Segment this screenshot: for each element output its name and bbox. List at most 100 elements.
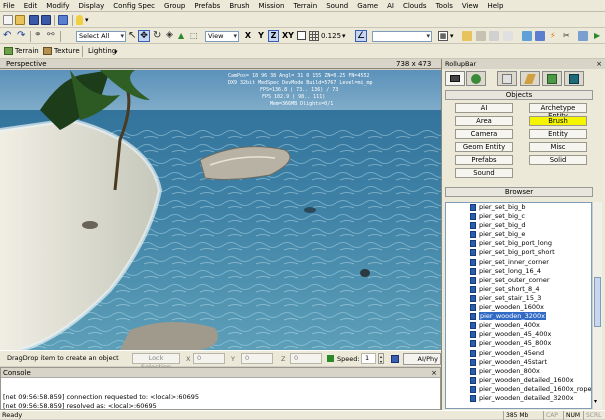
x-field[interactable]: 0 xyxy=(193,353,225,364)
close-icon[interactable]: × xyxy=(596,59,602,69)
menu-view[interactable]: View xyxy=(462,2,479,10)
archetype-entity-button[interactable]: Archetype Entity xyxy=(529,103,587,120)
prefabs-button[interactable]: Prefabs xyxy=(455,155,513,165)
browser-item[interactable]: pier_wooden_800x xyxy=(446,367,591,376)
move-tool-icon[interactable]: ✥ xyxy=(138,30,150,42)
sphere-icon[interactable] xyxy=(503,31,513,41)
select-tool-icon[interactable]: ↖ xyxy=(128,30,136,41)
grid-chevron-icon[interactable]: ▾ xyxy=(342,32,346,40)
browser-item[interactable]: pier_wooden_400x xyxy=(446,321,591,330)
browser-item[interactable]: pier_set_outer_corner xyxy=(446,276,591,285)
axis-z-button[interactable]: Z xyxy=(268,30,279,42)
lock-axis-icon[interactable] xyxy=(297,31,306,40)
grid-value[interactable]: 0.125 xyxy=(321,32,341,40)
z-field[interactable]: 0 xyxy=(290,353,322,364)
bolt-icon[interactable]: ⚡ xyxy=(550,31,556,40)
brush-button[interactable]: Brush xyxy=(529,116,587,126)
scrollbar-thumb[interactable] xyxy=(594,277,601,327)
axis-y-button[interactable]: Y xyxy=(256,30,266,42)
browser-item[interactable]: pier_wooden_1600x xyxy=(446,303,591,312)
browser-item[interactable]: pier_wooden_45end xyxy=(446,349,591,358)
grid-icon[interactable] xyxy=(309,31,319,41)
hint-icon[interactable] xyxy=(76,15,83,25)
camera-button[interactable]: Camera xyxy=(455,129,513,139)
snap-icon[interactable]: ⬚ xyxy=(190,31,198,40)
scale-tool-icon[interactable]: ◈ xyxy=(166,30,173,40)
camera-icon[interactable] xyxy=(476,31,486,41)
browser-item[interactable]: pier_wooden_3200x xyxy=(446,312,591,321)
menu-sound[interactable]: Sound xyxy=(326,2,348,10)
browser-scrollbar[interactable]: ▾ xyxy=(592,202,602,409)
browser-item[interactable]: pier_wooden_detailed_3200x xyxy=(446,394,591,403)
menu-ai[interactable]: AI xyxy=(387,2,394,10)
speed-spinner[interactable]: ▴ ▾ xyxy=(378,353,384,364)
browser-item[interactable]: pier_set_big_e xyxy=(446,230,591,239)
tab-layers[interactable] xyxy=(564,71,584,86)
rotate-tool-icon[interactable]: ↻ xyxy=(153,30,161,41)
browser-item[interactable]: pier_wooden_45_800x xyxy=(446,339,591,348)
browser-item[interactable]: pier_wooden_detailed_1600x xyxy=(446,376,591,385)
menu-file[interactable]: File xyxy=(3,2,15,10)
browser-section[interactable]: Browser xyxy=(445,187,593,197)
terrain-tool-icon[interactable]: ▲ xyxy=(178,31,184,40)
redo-icon[interactable]: ↷ xyxy=(17,30,25,41)
menu-help[interactable]: Help xyxy=(487,2,503,10)
tools-icon[interactable]: ✂ xyxy=(563,31,570,40)
close-icon[interactable]: × xyxy=(431,368,437,378)
browser-item[interactable]: pier_set_big_c xyxy=(446,212,591,221)
entity-button[interactable]: Entity xyxy=(529,129,587,139)
browser-item[interactable]: pier_set_long_16_4 xyxy=(446,267,591,276)
play-icon[interactable]: ▶ xyxy=(594,31,600,40)
object-name-combo[interactable] xyxy=(372,31,432,42)
selection-combo[interactable]: Select All xyxy=(76,31,126,42)
ai-physics-button[interactable]: AI/Phy xyxy=(403,353,441,365)
menu-tools[interactable]: Tools xyxy=(436,2,453,10)
terrain-button[interactable]: Terrain xyxy=(15,47,39,55)
unlink-icon[interactable]: ⚯ xyxy=(47,30,55,40)
brush-browser-list[interactable]: pier_set_big_b pier_set_big_c pier_set_big… xyxy=(445,202,592,409)
menu-terrain[interactable]: Terrain xyxy=(293,2,317,10)
chevron-down-icon[interactable]: ▾ xyxy=(450,32,454,40)
misc-button[interactable]: Misc xyxy=(529,142,587,152)
viewport-name[interactable]: Perspective xyxy=(6,60,47,68)
objects-section[interactable]: Objects xyxy=(445,90,593,100)
sky-icon[interactable] xyxy=(535,31,545,41)
tab-objects[interactable] xyxy=(445,71,465,86)
light-icon[interactable] xyxy=(578,31,588,41)
layer-icon[interactable]: ▦ xyxy=(438,31,448,41)
water-icon[interactable] xyxy=(522,31,532,41)
save-icon[interactable] xyxy=(29,15,39,25)
folder-icon[interactable] xyxy=(462,31,472,41)
tab-paint[interactable] xyxy=(520,71,540,86)
menu-display[interactable]: Display xyxy=(78,2,104,10)
lighting-button[interactable]: Lighting xyxy=(88,47,116,55)
layers-icon[interactable] xyxy=(58,15,68,25)
geom-entity-button[interactable]: Geom Entity xyxy=(455,142,513,152)
axis-x-button[interactable]: X xyxy=(243,30,253,42)
axis-xy-button[interactable]: XY xyxy=(281,30,295,42)
browser-item[interactable]: pier_set_big_port_long xyxy=(446,239,591,248)
menu-prefabs[interactable]: Prefabs xyxy=(194,2,220,10)
browser-item[interactable]: pier_wooden_detailed_1600x_rope xyxy=(446,385,591,394)
browser-item[interactable]: pier_set_inner_corner xyxy=(446,258,591,267)
link-icon[interactable]: ⚭ xyxy=(34,30,42,40)
menu-group[interactable]: Group xyxy=(164,2,185,10)
new-file-icon[interactable] xyxy=(3,15,13,25)
browser-item[interactable]: pier_set_short_8_4 xyxy=(446,285,591,294)
speed-preset-icon[interactable] xyxy=(391,355,399,363)
speed-field[interactable]: 1 xyxy=(361,353,376,364)
menu-mission[interactable]: Mission xyxy=(259,2,285,10)
browser-item[interactable]: pier_set_stair_15_3 xyxy=(446,294,591,303)
browser-item[interactable]: pier_set_big_b xyxy=(446,203,591,212)
open-folder-icon[interactable] xyxy=(15,15,25,25)
lock-selection-button[interactable]: Lock Selection xyxy=(132,353,180,371)
scroll-down-icon[interactable]: ▾ xyxy=(594,398,597,405)
menu-brush[interactable]: Brush xyxy=(229,2,249,10)
ai-button[interactable]: AI xyxy=(455,103,513,113)
menu-config-spec[interactable]: Config Spec xyxy=(113,2,155,10)
perspective-viewport[interactable]: CamPos= 18 96 38 Angl= 31 0 155 ZN=0.25 … xyxy=(0,70,441,350)
sound-button[interactable]: Sound xyxy=(455,168,513,178)
texture-button[interactable]: Texture xyxy=(54,47,80,55)
solid-button[interactable]: Solid xyxy=(529,155,587,165)
area-button[interactable]: Area xyxy=(455,116,513,126)
